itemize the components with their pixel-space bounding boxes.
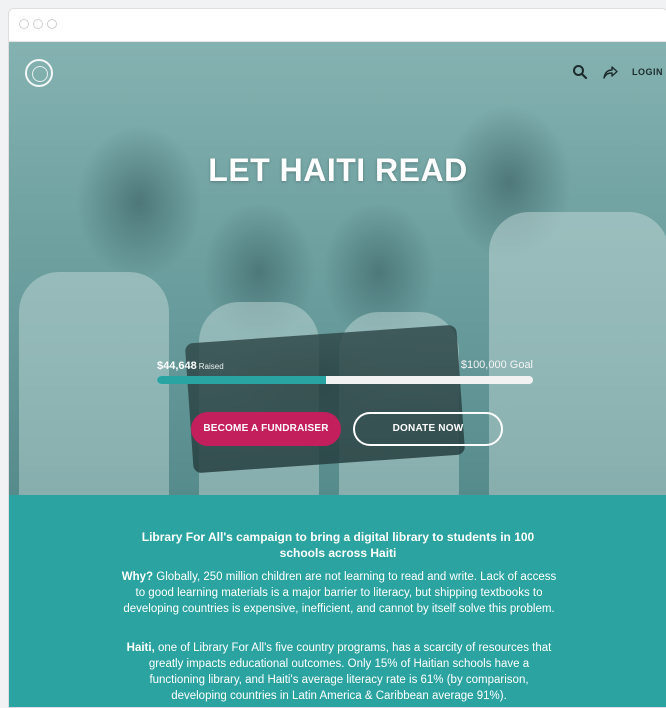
login-link[interactable]: LOGIN [632, 67, 663, 77]
hero-section: LOGIN LET HAITI READ $44,648 Raised $100,… [9, 42, 666, 495]
campaign-description-section: Library For All's campaign to bring a di… [9, 495, 666, 707]
why-text: Globally, 250 million children are not l… [123, 571, 557, 615]
haiti-paragraph: Haiti, one of Library For All's five cou… [121, 640, 557, 704]
raised-amount: $44,648 Raised [157, 360, 224, 372]
logo-emblem-icon [32, 66, 48, 82]
why-paragraph: Why? Globally, 250 million children are … [121, 569, 557, 617]
progress-fill [157, 376, 327, 384]
become-fundraiser-button[interactable]: BECOME A FUNDRAISER [191, 412, 341, 446]
share-icon[interactable] [602, 64, 618, 80]
window-maximize-button[interactable] [47, 19, 57, 29]
browser-window: LOGIN LET HAITI READ $44,648 Raised $100,… [8, 8, 666, 708]
goal-amount: $100,000 Goal [460, 359, 533, 371]
browser-titlebar [9, 9, 666, 42]
site-logo[interactable] [25, 59, 53, 87]
haiti-text: one of Library For All's five country pr… [148, 642, 552, 702]
page-title: LET HAITI READ [208, 152, 468, 188]
why-lead: Why? [121, 571, 154, 583]
fundraising-progress-bar [157, 376, 533, 384]
raised-value: $44,648 [157, 360, 197, 372]
haiti-lead: Haiti, [126, 642, 155, 654]
donate-now-button[interactable]: DONATE NOW [353, 412, 503, 446]
window-minimize-button[interactable] [33, 19, 43, 29]
window-close-button[interactable] [19, 19, 29, 29]
campaign-heading: Library For All's campaign to bring a di… [141, 530, 535, 560]
search-icon[interactable] [572, 64, 588, 80]
raised-label: Raised [198, 362, 224, 371]
top-navigation: LOGIN [572, 64, 663, 80]
